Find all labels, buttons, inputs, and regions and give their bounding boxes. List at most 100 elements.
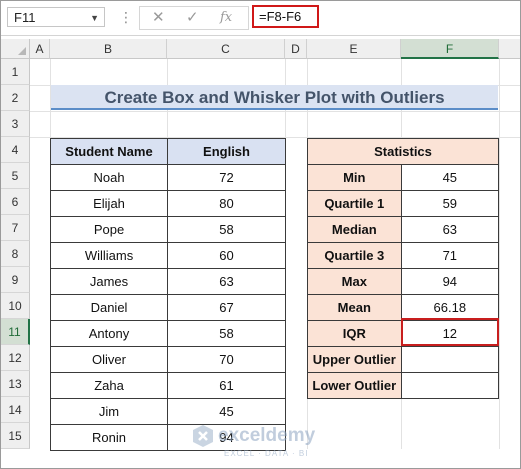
student-name-cell[interactable]: Oliver (49, 346, 169, 373)
row-header-3[interactable]: 3 (1, 111, 30, 137)
row-header-12[interactable]: 12 (1, 345, 30, 371)
column-header-b[interactable]: B (50, 39, 167, 59)
spreadsheet-window: F11 ▼ ⋮ ✕ ✓ fx =F8-F6 A B C D E F 1 2 3 … (0, 0, 521, 469)
statistic-value[interactable]: 66.18 (400, 294, 500, 321)
gridline (30, 111, 520, 112)
english-score-cell[interactable]: 63 (167, 268, 286, 295)
student-name-cell[interactable]: Pope (49, 216, 169, 243)
statistic-label[interactable]: Lower Outlier (307, 372, 402, 399)
statistic-value[interactable]: 63 (400, 216, 500, 243)
name-box-value: F11 (14, 10, 36, 25)
formula-bar: F11 ▼ ⋮ ✕ ✓ fx =F8-F6 (1, 1, 520, 36)
table-row: Daniel 67 (49, 294, 286, 321)
row-header-11[interactable]: 11 (1, 319, 30, 345)
column-header-c[interactable]: C (167, 39, 285, 59)
table-row: Lower Outlier (307, 372, 500, 399)
table-row: Jim 45 (49, 398, 286, 425)
cancel-icon[interactable]: ✕ (152, 8, 165, 26)
english-score-cell[interactable]: 72 (167, 164, 286, 191)
statistic-value[interactable]: 59 (400, 190, 500, 217)
column-header-a[interactable]: A (30, 39, 50, 59)
table-row: James 63 (49, 268, 286, 295)
table-row: Min 45 (307, 164, 500, 191)
table-row: Elijah 80 (49, 190, 286, 217)
row-header-9[interactable]: 9 (1, 267, 30, 293)
chevron-down-icon[interactable]: ▼ (90, 8, 99, 28)
gridline (499, 59, 500, 449)
row-header-4[interactable]: 4 (1, 137, 30, 163)
statistic-label[interactable]: Max (307, 268, 402, 295)
row-header-7[interactable]: 7 (1, 215, 30, 241)
column-header-f[interactable]: F (401, 39, 499, 59)
student-name-cell[interactable]: Zaha (49, 372, 169, 399)
english-score-cell[interactable]: 80 (167, 190, 286, 217)
student-name-cell[interactable]: Elijah (49, 190, 169, 217)
student-name-header[interactable]: Student Name (49, 138, 169, 165)
english-score-cell[interactable]: 58 (167, 216, 286, 243)
table-row: Pope 58 (49, 216, 286, 243)
row-header-10[interactable]: 10 (1, 293, 30, 319)
row-header-6[interactable]: 6 (1, 189, 30, 215)
english-score-cell[interactable]: 45 (167, 398, 286, 425)
statistic-label[interactable]: Mean (307, 294, 402, 321)
column-header-g[interactable] (499, 39, 520, 59)
statistic-value[interactable] (400, 372, 500, 399)
student-table: Student Name English Noah 72 Elijah 80 Pop… (49, 138, 286, 451)
statistic-label[interactable]: Upper Outlier (307, 346, 402, 373)
table-row: Upper Outlier (307, 346, 500, 373)
statistic-label[interactable]: Median (307, 216, 402, 243)
enter-icon[interactable]: ✓ (186, 8, 199, 26)
active-cell-outline (401, 318, 499, 346)
statistic-label[interactable]: Quartile 1 (307, 190, 402, 217)
name-box[interactable]: F11 ▼ (7, 7, 105, 27)
english-score-cell[interactable]: 58 (167, 320, 286, 347)
table-row: Median 63 (307, 216, 500, 243)
student-name-cell[interactable]: Daniel (49, 294, 169, 321)
column-header-d[interactable]: D (285, 39, 307, 59)
table-row: Oliver 70 (49, 346, 286, 373)
table-row: Williams 60 (49, 242, 286, 269)
student-name-cell[interactable]: Williams (49, 242, 169, 269)
statistic-label[interactable]: Quartile 3 (307, 242, 402, 269)
table-row: Antony 58 (49, 320, 286, 347)
insert-function-icon[interactable]: fx (220, 10, 232, 25)
student-name-cell[interactable]: James (49, 268, 169, 295)
statistics-table: Statistics Min 45 Quartile 1 59 Median 63 Q… (307, 138, 500, 399)
student-name-cell[interactable]: Antony (49, 320, 169, 347)
table-row: Quartile 1 59 (307, 190, 500, 217)
row-header-8[interactable]: 8 (1, 241, 30, 267)
statistic-value[interactable]: 45 (400, 164, 500, 191)
exceldemy-logo-icon (193, 425, 213, 447)
watermark-logo: exceldemy EXCEL · DATA · BI (191, 422, 341, 462)
row-header-2[interactable]: 2 (1, 85, 30, 111)
english-header[interactable]: English (167, 138, 286, 165)
statistic-value[interactable] (400, 346, 500, 373)
watermark-name: exceldemy (218, 425, 316, 446)
english-score-cell[interactable]: 60 (167, 242, 286, 269)
row-header-14[interactable]: 14 (1, 397, 30, 423)
row-header-15[interactable]: 15 (1, 423, 30, 449)
formula-input[interactable]: =F8-F6 (252, 5, 319, 28)
sheet-title[interactable]: Create Box and Whisker Plot with Outlier… (51, 85, 498, 110)
statistic-value[interactable]: 71 (400, 242, 500, 269)
table-row: Zaha 61 (49, 372, 286, 399)
student-name-cell[interactable]: Noah (49, 164, 169, 191)
select-all-button[interactable] (1, 39, 30, 59)
column-header-e[interactable]: E (307, 39, 401, 59)
student-name-cell[interactable]: Jim (49, 398, 169, 425)
english-score-cell[interactable]: 70 (167, 346, 286, 373)
statistic-label[interactable]: Min (307, 164, 402, 191)
statistic-value[interactable]: 94 (400, 268, 500, 295)
more-options-icon[interactable]: ⋮ (119, 9, 133, 26)
english-score-cell[interactable]: 67 (167, 294, 286, 321)
row-header-5[interactable]: 5 (1, 163, 30, 189)
row-header-13[interactable]: 13 (1, 371, 30, 397)
row-header-1[interactable]: 1 (1, 59, 30, 85)
table-row: Noah 72 (49, 164, 286, 191)
student-name-cell[interactable]: Ronin (49, 424, 169, 451)
table-row: Mean 66.18 (307, 294, 500, 321)
statistic-label[interactable]: IQR (307, 320, 402, 347)
statistics-header[interactable]: Statistics (307, 138, 499, 165)
english-score-cell[interactable]: 61 (167, 372, 286, 399)
table-row: Quartile 3 71 (307, 242, 500, 269)
